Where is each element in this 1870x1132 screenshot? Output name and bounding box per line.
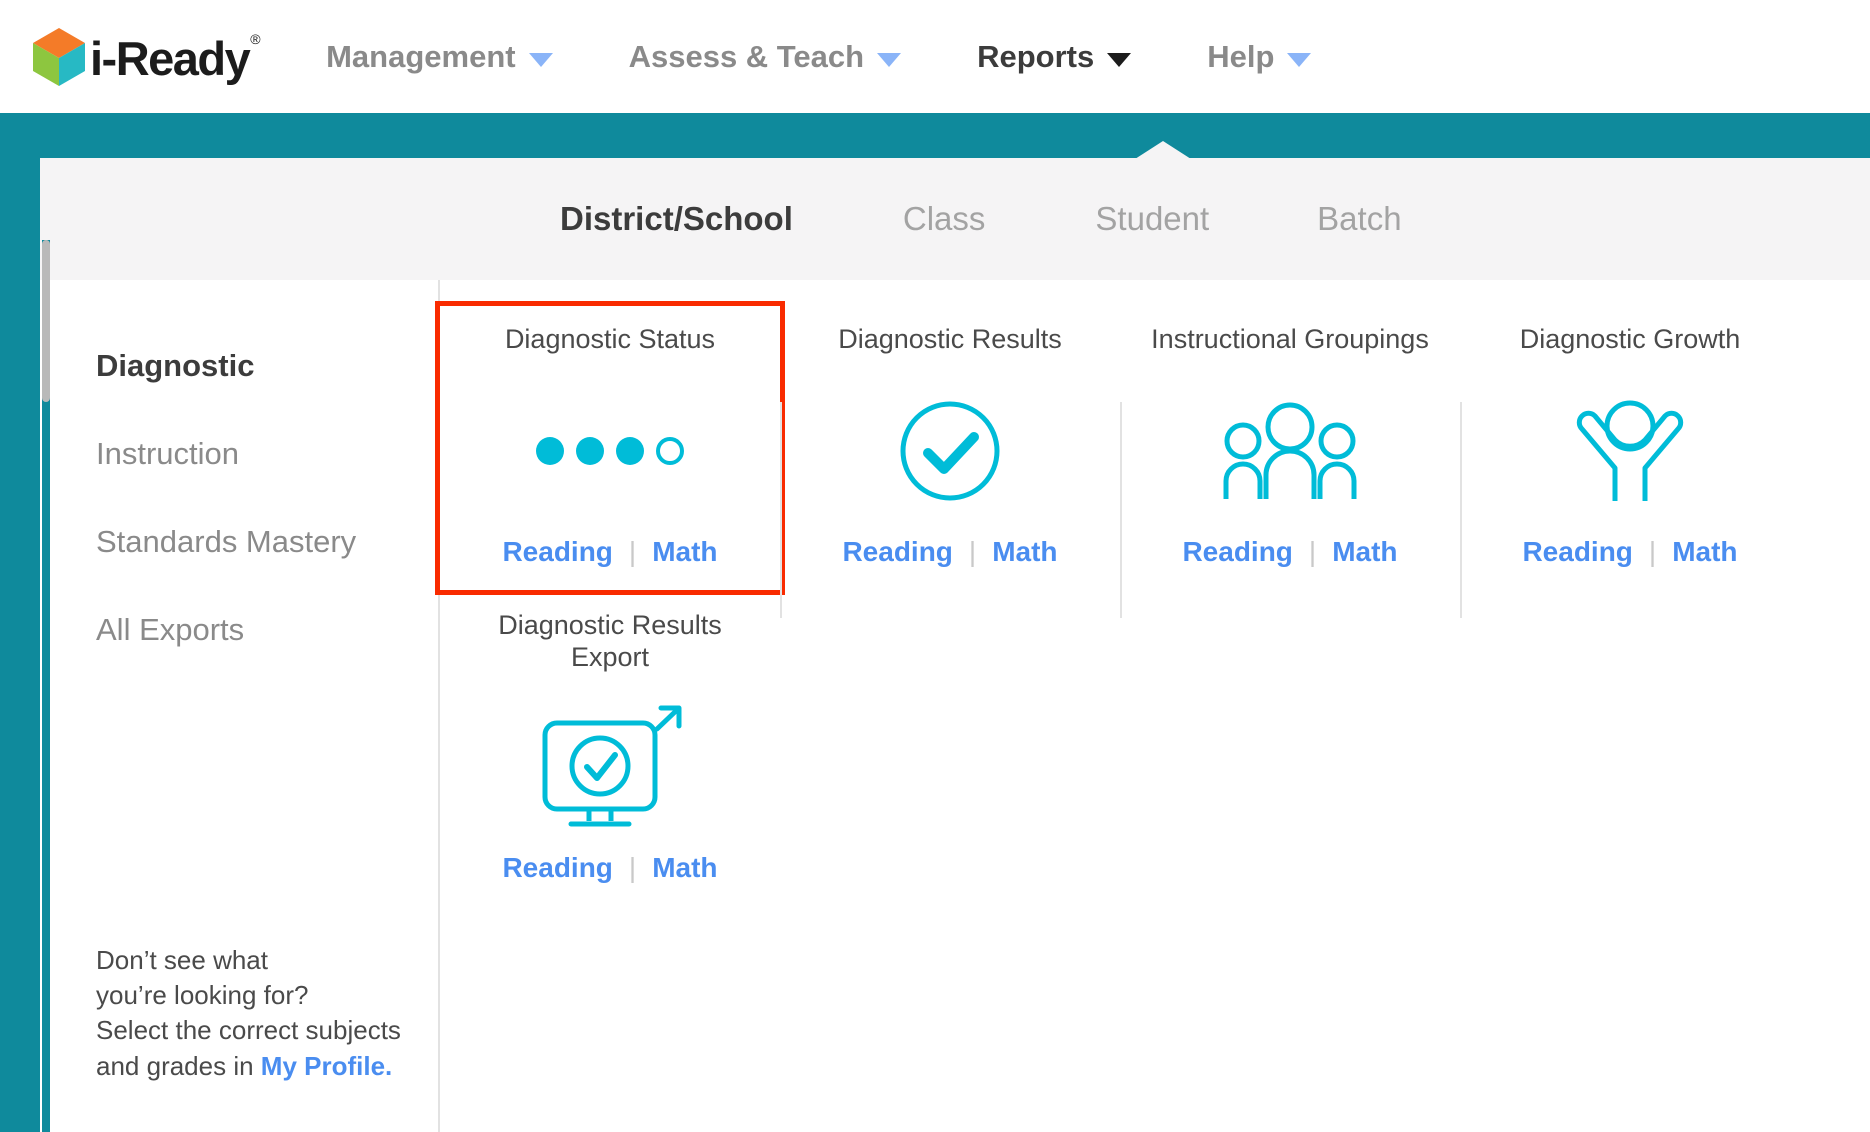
sidebar-item-diagnostic[interactable]: Diagnostic	[40, 348, 438, 384]
reading-link[interactable]: Reading	[1522, 536, 1632, 568]
report-card-diagnostic-results-export[interactable]: Diagnostic Results Export Reading | Math	[440, 610, 780, 884]
report-card-row-1: Diagnostic Status Reading | Math Diagnos…	[435, 301, 1870, 618]
reports-sidebar: Diagnostic Instruction Standards Mastery…	[40, 280, 440, 1132]
math-link[interactable]: Math	[992, 536, 1057, 568]
iready-logo[interactable]: i-Ready®	[30, 26, 261, 88]
sidebar-item-standards-mastery[interactable]: Standards Mastery	[40, 524, 438, 560]
card-title: Instructional Groupings	[1151, 324, 1429, 354]
top-navigation-bar: i-Ready® Management Assess & Teach Repor…	[0, 0, 1870, 113]
card-subject-links: Reading | Math	[1182, 536, 1397, 568]
card-title: Diagnostic Growth	[1519, 324, 1741, 354]
math-link[interactable]: Math	[1332, 536, 1397, 568]
report-card-diagnostic-growth[interactable]: Diagnostic Growth Reading | Math	[1460, 324, 1800, 618]
chevron-down-icon	[1287, 52, 1312, 67]
report-scope-tabbar: District/School Class Student Batch	[40, 158, 1870, 280]
link-separator: |	[968, 536, 977, 567]
reading-link[interactable]: Reading	[1182, 536, 1292, 568]
reports-panel: District/School Class Student Batch Diag…	[40, 158, 1870, 1132]
person-arms-raised-icon	[1568, 366, 1692, 536]
my-profile-link[interactable]: My Profile.	[261, 1051, 392, 1081]
chevron-down-icon	[877, 52, 902, 67]
report-cards-area: Diagnostic Status Reading | Math Diagnos…	[435, 280, 1870, 1132]
progress-dot-empty	[656, 437, 684, 465]
report-card-diagnostic-results[interactable]: Diagnostic Results Reading | Math	[780, 324, 1120, 618]
report-card-diagnostic-status[interactable]: Diagnostic Status Reading | Math	[435, 301, 785, 595]
registered-mark: ®	[250, 31, 260, 48]
nav-item-label: Assess & Teach	[628, 38, 865, 74]
tab-batch[interactable]: Batch	[1317, 200, 1401, 238]
report-card-instructional-groupings[interactable]: Instructional Groupings Reading | Math	[1120, 324, 1460, 618]
help-line-1: Don’t see what	[96, 944, 268, 975]
three-people-icon	[1222, 366, 1358, 536]
help-line-4: and grades in My Profile.	[96, 1049, 401, 1084]
progress-dot-filled	[576, 437, 604, 465]
card-subject-links: Reading | Math	[502, 536, 717, 568]
card-title: Diagnostic Status	[504, 324, 716, 354]
link-separator: |	[1308, 536, 1317, 567]
math-link[interactable]: Math	[652, 536, 717, 568]
card-subject-links: Reading | Math	[842, 536, 1057, 568]
logo-wordmark: i-Ready®	[90, 32, 261, 85]
report-card-row-2: Diagnostic Results Export Reading | Math	[440, 610, 1870, 884]
tab-class[interactable]: Class	[903, 200, 986, 238]
page-scrollbar-thumb[interactable]	[42, 240, 50, 402]
link-separator: |	[628, 536, 637, 567]
link-separator: |	[628, 851, 637, 883]
card-subject-links: Reading | Math	[502, 852, 717, 884]
nav-item-label: Management	[326, 38, 516, 74]
check-circle-icon	[896, 366, 1004, 536]
reading-link[interactable]: Reading	[502, 536, 612, 568]
nav-item-help[interactable]: Help	[1207, 38, 1312, 75]
cube-logo-icon	[33, 27, 85, 86]
logo-wordmark-text: i-Ready	[90, 32, 251, 85]
monitor-export-icon	[535, 682, 685, 852]
math-link[interactable]: Math	[1672, 536, 1737, 568]
panel-pointer-triangle	[1135, 141, 1191, 159]
sidebar-item-all-exports[interactable]: All Exports	[40, 612, 438, 648]
help-line-3: Select the correct subjects	[96, 1015, 401, 1046]
help-line-2: you’re looking for?	[96, 979, 309, 1010]
help-line-4-prefix: and grades in	[96, 1050, 261, 1081]
progress-dot-filled	[536, 437, 564, 465]
tab-district-school[interactable]: District/School	[560, 200, 793, 238]
progress-dots-icon	[536, 366, 684, 536]
card-subject-links: Reading | Math	[1522, 536, 1737, 568]
progress-dot-filled	[616, 437, 644, 465]
nav-item-assess-teach[interactable]: Assess & Teach	[629, 39, 902, 75]
math-link[interactable]: Math	[652, 852, 717, 884]
card-title: Diagnostic Results Export	[498, 610, 722, 672]
link-separator: |	[1648, 536, 1657, 567]
panel-body: Diagnostic Instruction Standards Mastery…	[40, 280, 1870, 1132]
reading-link[interactable]: Reading	[502, 852, 612, 884]
sidebar-help-text: Don’t see what you’re looking for? Selec…	[96, 943, 401, 1084]
tab-student[interactable]: Student	[1095, 200, 1209, 238]
nav-item-label: Reports	[977, 38, 1095, 74]
chevron-down-icon	[1107, 52, 1132, 67]
nav-item-reports[interactable]: Reports	[977, 38, 1132, 75]
card-title: Diagnostic Results	[838, 324, 1062, 354]
nav-item-label: Help	[1207, 38, 1275, 74]
nav-items: Management Assess & Teach Reports Help	[326, 39, 1387, 75]
sidebar-item-instruction[interactable]: Instruction	[40, 436, 438, 472]
reading-link[interactable]: Reading	[842, 536, 952, 568]
nav-item-management[interactable]: Management	[326, 38, 553, 75]
chevron-down-icon	[528, 52, 553, 67]
